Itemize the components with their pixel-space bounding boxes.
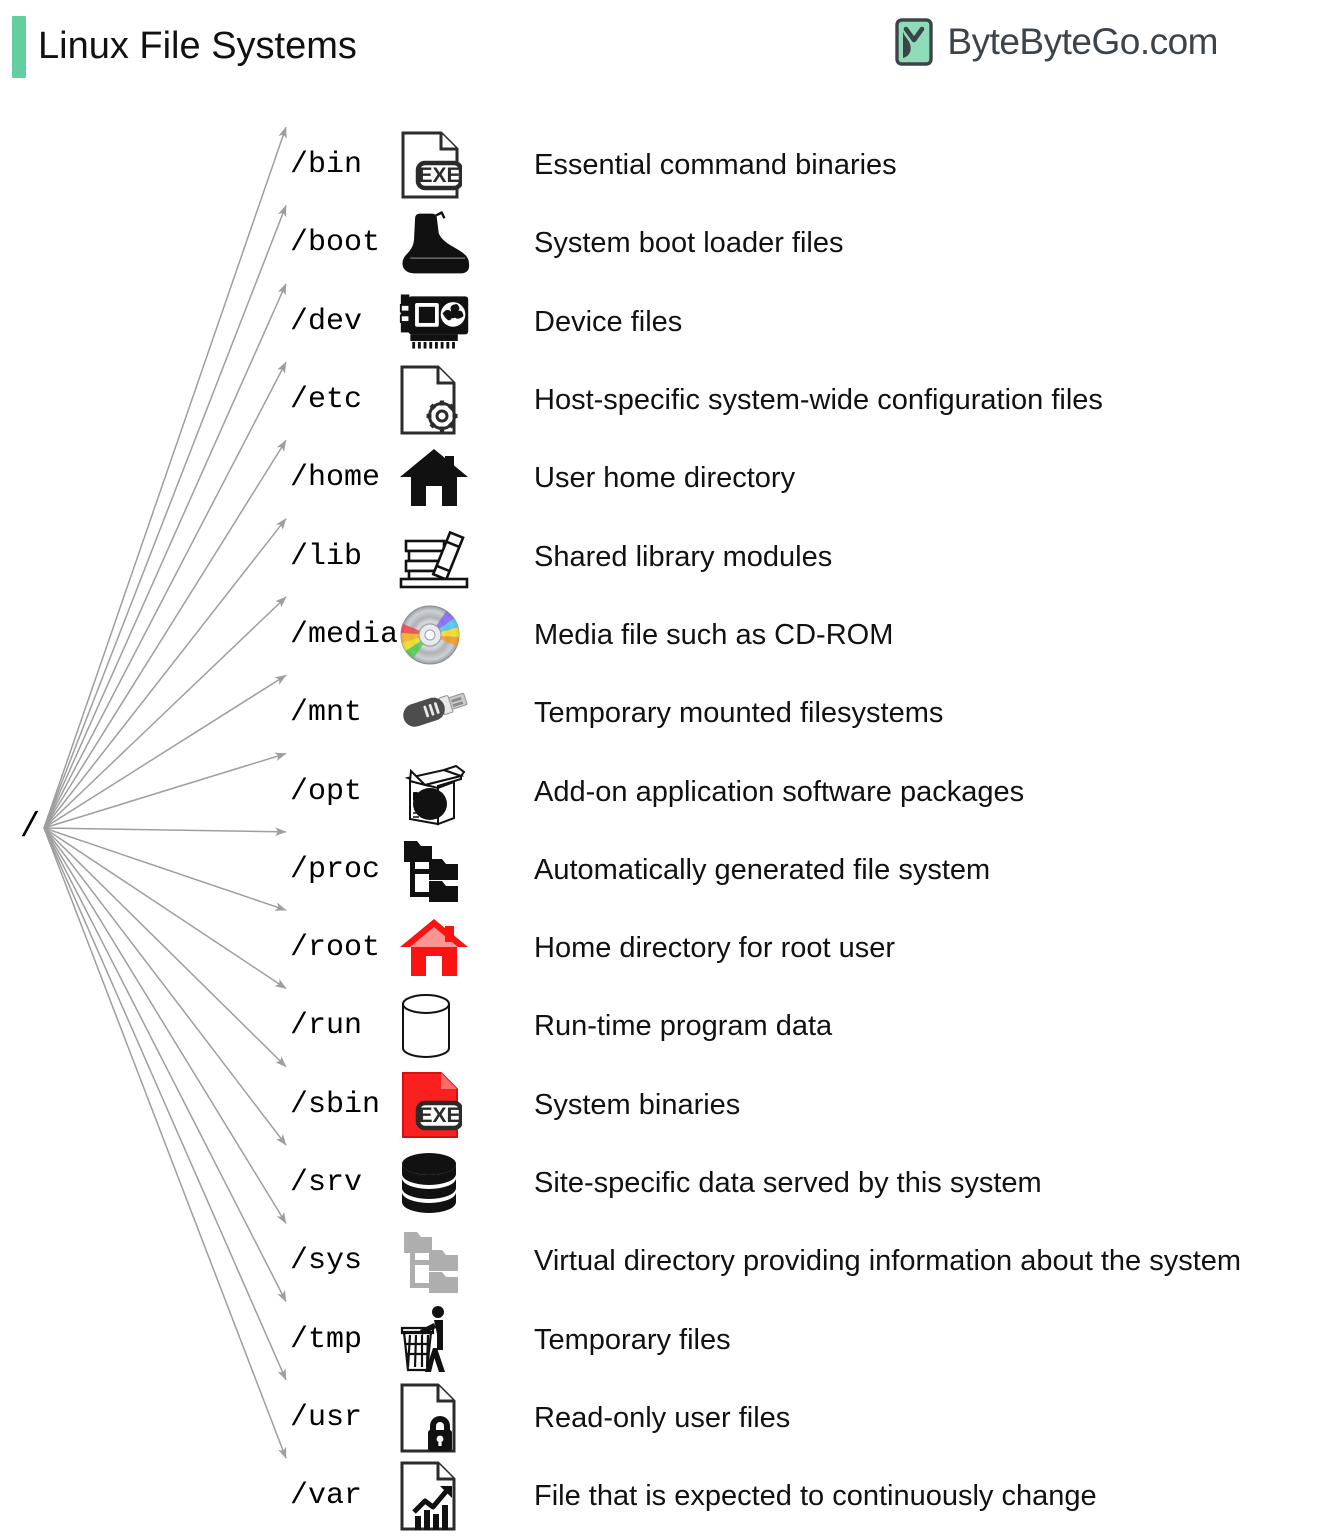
file-chart-icon <box>398 1460 472 1532</box>
path-label-tmp: /tmp <box>290 1322 363 1357</box>
description-label: Virtual directory providing information … <box>534 1245 1242 1278</box>
red-exe-file-icon: EXE <box>398 1069 472 1141</box>
description-label: Host-specific system-wide configuration … <box>534 384 1103 417</box>
filesystem-row: /bin EXE Essential command binaries <box>0 126 1344 204</box>
trash-person-icon <box>398 1304 472 1376</box>
path-label-sbin: /sbin <box>290 1087 381 1122</box>
filesystem-row: /boot System boot loader files <box>0 204 1344 282</box>
usb-drive-icon <box>398 677 472 749</box>
description-label: System boot loader files <box>534 227 844 260</box>
description-label: Read-only user files <box>534 1401 791 1434</box>
description-label: Home directory for root user <box>534 932 896 965</box>
filesystem-row: /usr Read-only user files <box>0 1379 1344 1457</box>
description-label: Temporary files <box>534 1323 731 1356</box>
filesystem-row: /run Run-time program data <box>0 987 1344 1065</box>
description-label: Site-specific data served by this system <box>534 1167 1042 1199</box>
house-icon <box>398 442 472 514</box>
books-icon <box>398 521 472 593</box>
path-label-bin: /bin <box>290 148 363 183</box>
filesystem-row: /root Home directory for root user <box>0 909 1344 987</box>
folder-tree-icon <box>398 834 472 906</box>
description-label: Media file such as CD-ROM <box>534 618 894 651</box>
file-lock-icon <box>398 1382 472 1454</box>
expansion-card-icon <box>398 286 472 358</box>
path-label-home: /home <box>290 461 381 496</box>
path-label-lib: /lib <box>290 539 363 574</box>
path-label-root: /root <box>290 931 381 966</box>
filesystem-row: /home User home directory <box>0 439 1344 517</box>
path-label-usr: /usr <box>290 1400 363 1435</box>
svg-text:EXE: EXE <box>418 1104 460 1127</box>
svg-text:EXE: EXE <box>418 164 460 187</box>
file-gear-icon <box>398 364 472 436</box>
filesystem-row: /sbin EXE System binaries <box>0 1066 1344 1144</box>
path-label-dev: /dev <box>290 304 363 339</box>
filesystem-row: /sys Virtual directory providing informa… <box>0 1222 1344 1300</box>
bytebytego-logo-icon <box>893 18 935 66</box>
description-label: Temporary mounted filesystems <box>534 697 944 730</box>
filesystem-row: /mnt Temporary mounted filesystems <box>0 674 1344 752</box>
path-label-mnt: /mnt <box>290 696 363 731</box>
filesystem-row: /dev Device files <box>0 283 1344 361</box>
database-stack-icon <box>398 1147 472 1219</box>
filesystem-row: /media Media file such as CD-ROM <box>0 596 1344 674</box>
brand-name: ByteByteGo.com <box>947 21 1218 62</box>
description-label: Essential command binaries <box>534 149 897 182</box>
path-label-media: /media <box>290 617 399 652</box>
path-label-boot: /boot <box>290 226 381 261</box>
filesystem-row: /etc Host-specific system-wide configura… <box>0 361 1344 439</box>
grey-folder-tree-icon <box>398 1225 472 1297</box>
accent-bar <box>12 16 26 78</box>
description-label: Device files <box>534 305 683 338</box>
filesystem-row: /var File that is expected to continuous… <box>0 1457 1344 1535</box>
path-label-var: /var <box>290 1479 363 1514</box>
filesystem-list: /bin EXE Essential command binaries/boot… <box>0 126 1344 1535</box>
description-label: Automatically generated file system <box>534 853 991 886</box>
filesystem-row: /srv Site-specific data served by this s… <box>0 1144 1344 1222</box>
page-header: Linux File Systems ByteByteGo.com <box>0 0 1344 92</box>
description-label: Add-on application software packages <box>534 775 1025 808</box>
cylinder-icon <box>398 990 472 1062</box>
filesystem-row: /tmp Temporary files <box>0 1300 1344 1378</box>
filesystem-row: /lib Shared library modules <box>0 517 1344 595</box>
description-label: File that is expected to continuously ch… <box>534 1480 1097 1513</box>
path-label-srv: /srv <box>290 1166 363 1200</box>
path-label-opt: /opt <box>290 774 363 809</box>
page-title: Linux File Systems <box>38 25 357 67</box>
cd-disc-icon <box>398 599 472 671</box>
filesystem-row: /proc Automatically generated file syste… <box>0 831 1344 909</box>
path-label-proc: /proc <box>290 852 381 887</box>
path-label-sys: /sys <box>290 1244 363 1279</box>
exe-file-icon: EXE <box>398 129 472 201</box>
description-label: Run-time program data <box>534 1010 833 1043</box>
description-label: Shared library modules <box>534 540 833 573</box>
path-label-etc: /etc <box>290 383 363 418</box>
brand: ByteByteGo.com <box>893 18 1218 66</box>
description-label: System binaries <box>534 1088 741 1121</box>
filesystem-row: /opt Add-on application software package… <box>0 752 1344 830</box>
boot-icon <box>398 207 472 279</box>
open-box-icon <box>398 756 472 828</box>
description-label: User home directory <box>534 462 796 495</box>
red-house-icon <box>398 912 472 984</box>
path-label-run: /run <box>290 1009 363 1044</box>
